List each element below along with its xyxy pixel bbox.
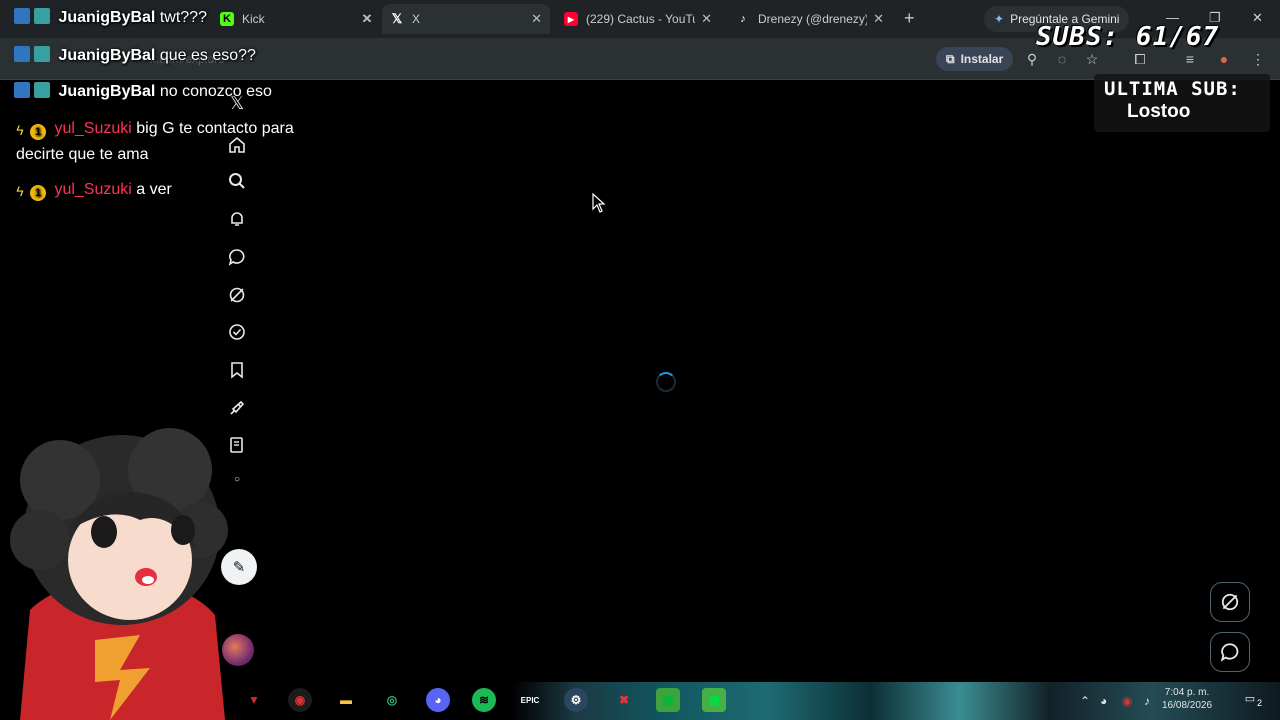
minecraft-icon[interactable]: ▦ xyxy=(656,688,680,712)
new-tab-button[interactable]: + xyxy=(904,8,915,29)
lightning-badge-icon: ϟ xyxy=(16,122,24,138)
show-hidden-icons[interactable]: ⌃ xyxy=(1080,694,1090,708)
gemini-icon: ✦ xyxy=(994,12,1005,26)
minecraft-launcher-icon[interactable]: ▦ xyxy=(702,688,726,712)
loading-spinner xyxy=(656,372,676,392)
notification-icon: ▭ xyxy=(1244,693,1256,705)
url-text[interactable]: x.com/explore xyxy=(150,52,225,66)
lightning-badge-icon: ϟ xyxy=(16,183,24,199)
bookmarks-icon[interactable] xyxy=(226,359,248,381)
messages-icon xyxy=(1220,643,1239,662)
grok-icon[interactable] xyxy=(226,284,248,306)
zoom-icon[interactable]: ⚲ xyxy=(1023,50,1041,68)
spotify-icon[interactable]: ≋ xyxy=(472,688,496,712)
x-logo-icon[interactable]: 𝕏 xyxy=(226,92,248,114)
close-icon[interactable]: ✕ xyxy=(531,11,542,27)
last-sub-name: Lostoo xyxy=(1127,101,1191,122)
verified-icon[interactable] xyxy=(226,321,248,343)
tab-kick[interactable]: K Kick ✕ xyxy=(212,4,380,34)
steam-icon[interactable]: ⚙ xyxy=(564,688,588,712)
sub-badge-icon: 1 xyxy=(30,124,46,140)
menu-icon[interactable]: ⋮ xyxy=(1249,50,1267,68)
twitch-icon: t xyxy=(16,12,30,26)
tab-x[interactable]: 𝕏 X ✕ xyxy=(382,4,550,34)
screen: t twt??? ✕ K Kick ✕ 𝕏 X ✕ ▶ (229) Cactus… xyxy=(0,0,1280,720)
chat-badge-icon xyxy=(14,82,30,98)
tab-youtube[interactable]: ▶ (229) Cactus - YouTube ✕ xyxy=(556,4,720,34)
install-button[interactable]: ⧉ Instalar xyxy=(936,47,1014,71)
close-icon[interactable]: ✕ xyxy=(873,11,884,27)
file-explorer-icon[interactable]: ▬ xyxy=(334,688,358,712)
close-icon[interactable]: ✕ xyxy=(701,11,712,27)
close-window-button[interactable]: ✕ xyxy=(1252,10,1263,26)
app-x-icon[interactable]: ✖ xyxy=(612,688,636,712)
extensions-icon[interactable]: ⧠ xyxy=(1131,50,1149,68)
discord-tray-icon[interactable]: ◕ xyxy=(1100,694,1107,708)
vtuber-avatar xyxy=(10,428,228,720)
obs-tray-icon[interactable]: ◉ xyxy=(1122,694,1132,708)
tab-tiktok[interactable]: ♪ Drenezy (@drenezy) ✕ xyxy=(728,4,892,34)
notifications-icon[interactable] xyxy=(226,208,248,230)
xbox-icon[interactable]: ◎ xyxy=(380,688,404,712)
tiktok-icon: ♪ xyxy=(740,13,746,25)
chat-message: ϟ1 yul_Suzuki a ver xyxy=(14,177,172,203)
mouse-cursor-icon xyxy=(592,193,606,213)
last-sub-title: ULTIMA SUB: xyxy=(1104,78,1241,100)
taskbar-clock[interactable]: 7:04 p. m. 16/08/2026 xyxy=(1162,686,1212,712)
star-icon[interactable]: ☆ xyxy=(1083,50,1101,68)
tab-twitch[interactable]: t twt??? xyxy=(8,4,212,34)
notification-count: 2 xyxy=(1256,698,1262,708)
install-app-icon: ⧉ xyxy=(946,51,955,66)
grok-icon xyxy=(1221,593,1239,611)
search-icon[interactable] xyxy=(226,170,248,192)
epic-games-icon[interactable]: EPIC xyxy=(518,688,542,712)
league-icon[interactable]: ▼ xyxy=(242,688,266,712)
x-icon: 𝕏 xyxy=(391,11,403,26)
profile-icon[interactable]: ● xyxy=(1215,50,1233,68)
eye-off-icon[interactable]: ◌ xyxy=(1053,50,1071,68)
chat-message-continued: decirte que te ama xyxy=(16,146,149,163)
sub-badge-icon: 1 xyxy=(30,185,46,201)
subs-counter: SUBS: 61/67 xyxy=(1036,22,1220,52)
discord-icon[interactable]: ◕ xyxy=(426,688,450,712)
kick-icon: K xyxy=(220,12,234,26)
youtube-icon: ▶ xyxy=(564,12,578,26)
messages-icon[interactable] xyxy=(226,246,248,268)
close-icon[interactable]: ✕ xyxy=(361,11,372,27)
home-icon[interactable] xyxy=(226,134,248,156)
obs-icon[interactable]: ◉ xyxy=(288,688,312,712)
media-queue-icon[interactable]: ≡ xyxy=(1181,50,1199,68)
volume-icon[interactable]: ♪ xyxy=(1144,694,1150,708)
messages-float-button[interactable] xyxy=(1210,632,1250,672)
chat-badge-icon xyxy=(34,82,50,98)
grok-float-button[interactable] xyxy=(1210,582,1250,622)
notification-center-button[interactable]: ▭ 2 xyxy=(1240,692,1262,710)
